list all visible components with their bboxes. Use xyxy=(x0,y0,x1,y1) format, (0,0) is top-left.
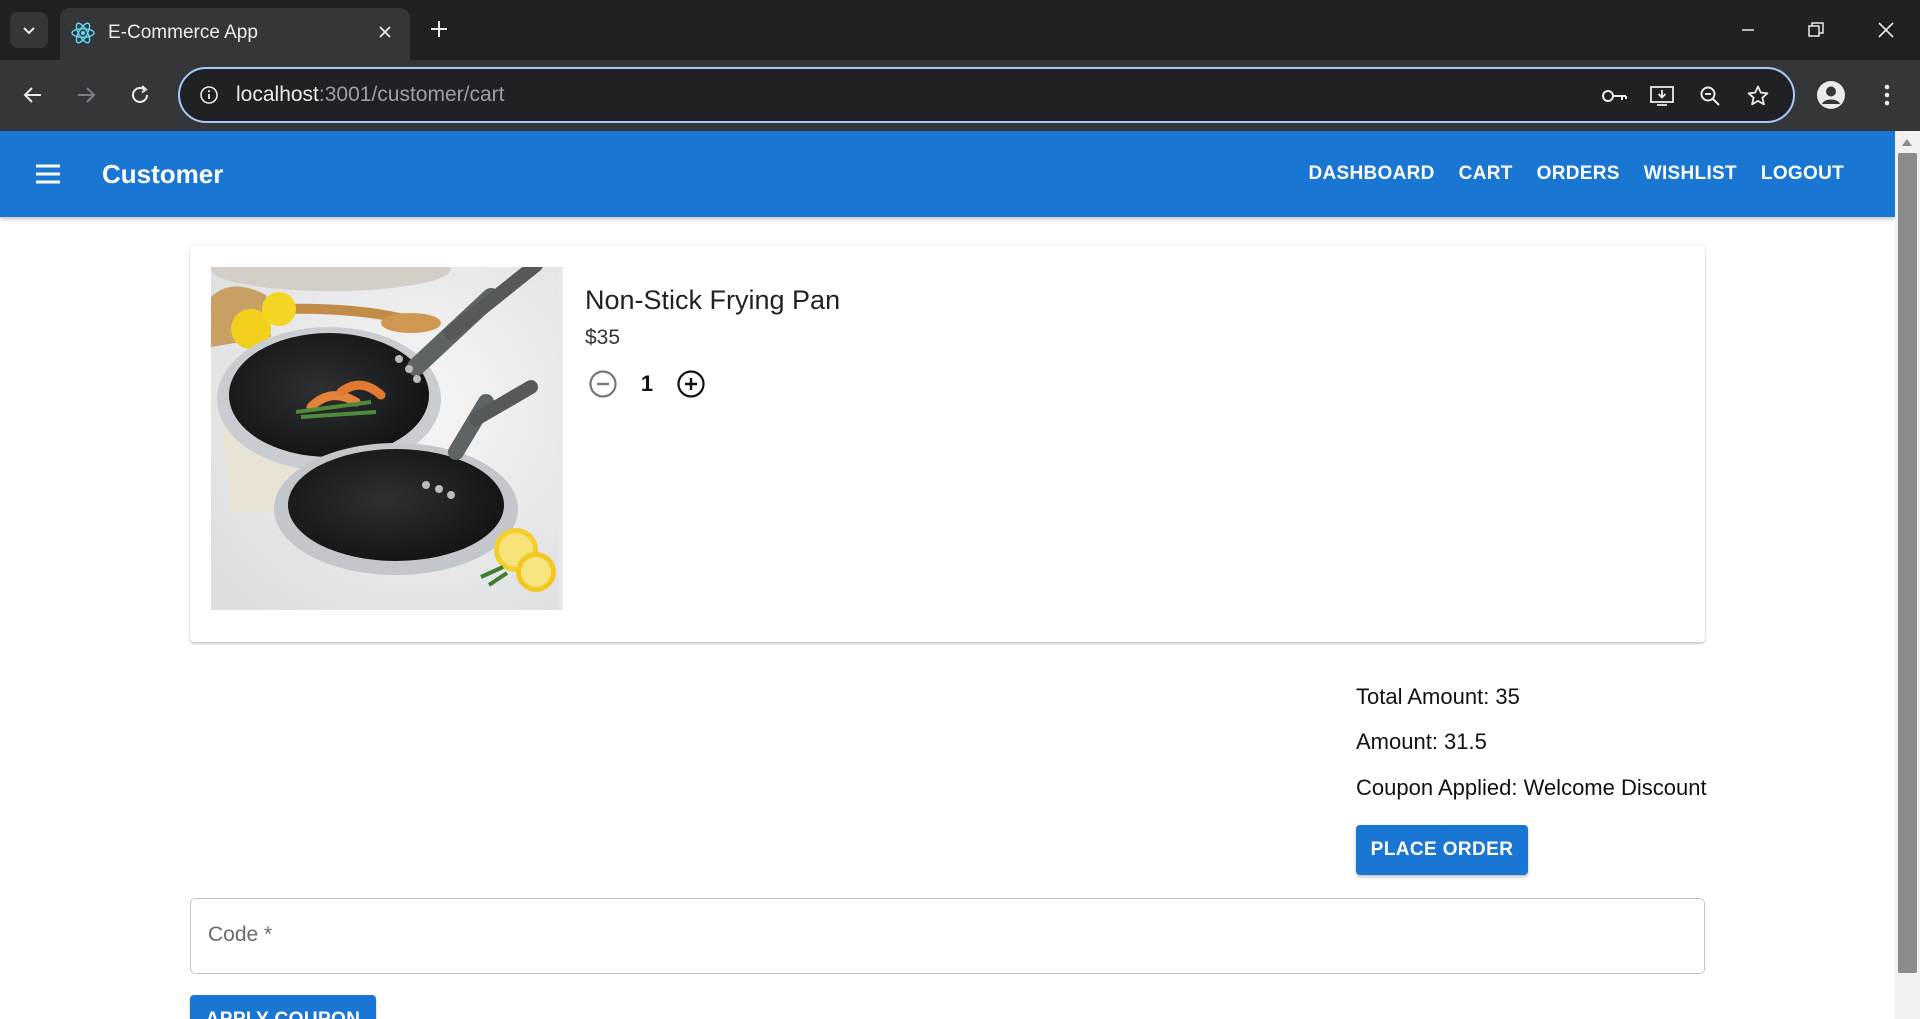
apply-coupon-button[interactable]: APPLY COUPON xyxy=(190,995,376,1019)
product-name: Non-Stick Frying Pan xyxy=(585,285,841,315)
nav-orders[interactable]: ORDERS xyxy=(1526,155,1631,193)
new-tab-button[interactable] xyxy=(424,14,454,44)
site-info-icon[interactable] xyxy=(196,82,222,108)
hamburger-icon xyxy=(36,164,60,184)
reload-icon xyxy=(132,85,148,103)
nav-cart[interactable]: CART xyxy=(1448,155,1524,193)
quantity-stepper: 1 xyxy=(585,366,709,402)
product-image xyxy=(211,267,563,610)
restore-icon xyxy=(1808,22,1824,37)
tab-search-button[interactable] xyxy=(10,12,48,48)
install-app-icon[interactable] xyxy=(1648,82,1676,110)
coupon-code-label: Code * xyxy=(208,923,273,946)
menu-button[interactable] xyxy=(30,156,66,192)
total-amount: Total Amount: 35 xyxy=(1356,684,1520,709)
close-icon xyxy=(379,26,391,38)
browser-menu-button[interactable] xyxy=(1872,78,1902,112)
zoom-icon[interactable] xyxy=(1696,82,1724,110)
top-nav: DASHBOARD CART ORDERS WISHLIST LOGOUT xyxy=(1297,131,1855,217)
nav-logout[interactable]: LOGOUT xyxy=(1750,155,1855,193)
url-text[interactable]: localhost:3001/customer/cart xyxy=(236,83,504,107)
reload-button[interactable] xyxy=(121,76,159,114)
nav-dashboard[interactable]: DASHBOARD xyxy=(1297,155,1445,193)
arrow-left-icon xyxy=(23,87,41,103)
back-button[interactable] xyxy=(14,76,52,114)
window-close-button[interactable] xyxy=(1866,10,1906,50)
quantity-value: 1 xyxy=(640,371,654,396)
nav-wishlist[interactable]: WISHLIST xyxy=(1633,155,1748,193)
coupon-code-input[interactable]: Code * xyxy=(190,898,1705,974)
close-icon xyxy=(1878,22,1894,38)
cart-item-card: Non-Stick Frying Pan $35 1 xyxy=(190,246,1705,642)
chevron-down-icon xyxy=(23,27,35,35)
page-scrollbar[interactable] xyxy=(1895,131,1920,1019)
avatar-icon xyxy=(1817,81,1845,109)
place-order-button[interactable]: PLACE ORDER xyxy=(1356,825,1528,875)
plus-icon xyxy=(431,21,447,37)
decrease-quantity-button[interactable] xyxy=(585,366,621,402)
minus-circle-icon xyxy=(589,370,617,398)
app-title: Customer xyxy=(102,159,224,189)
coupon-applied: Coupon Applied: Welcome Discount xyxy=(1356,775,1707,800)
scroll-up-arrow[interactable] xyxy=(1902,139,1912,146)
more-vertical-icon xyxy=(1884,84,1890,106)
discounted-amount: Amount: 31.5 xyxy=(1356,729,1487,754)
restore-button[interactable] xyxy=(1796,10,1836,50)
minimize-icon xyxy=(1742,29,1754,31)
forward-button[interactable] xyxy=(67,76,105,114)
increase-quantity-button[interactable] xyxy=(673,366,709,402)
scroll-thumb[interactable] xyxy=(1898,153,1917,973)
product-price: $35 xyxy=(585,326,621,349)
plus-circle-icon xyxy=(677,370,705,398)
bookmark-star-icon[interactable] xyxy=(1744,82,1772,110)
browser-tab[interactable]: E-Commerce App xyxy=(60,8,410,60)
page-viewport: Customer DASHBOARD CART ORDERS WISHLIST … xyxy=(0,131,1920,1019)
app-bar: Customer DASHBOARD CART ORDERS WISHLIST … xyxy=(0,131,1895,217)
tab-close-button[interactable] xyxy=(372,19,398,45)
address-bar[interactable]: localhost:3001/customer/cart xyxy=(178,67,1795,123)
tab-title: E-Commerce App xyxy=(108,22,258,43)
profile-button[interactable] xyxy=(1814,78,1848,112)
browser-tab-bar: E-Commerce App xyxy=(0,0,1920,60)
react-icon xyxy=(71,22,95,44)
browser-toolbar: localhost:3001/customer/cart xyxy=(0,60,1920,131)
arrow-right-icon xyxy=(78,87,96,103)
minimize-button[interactable] xyxy=(1728,10,1768,50)
password-key-icon[interactable] xyxy=(1600,82,1628,110)
